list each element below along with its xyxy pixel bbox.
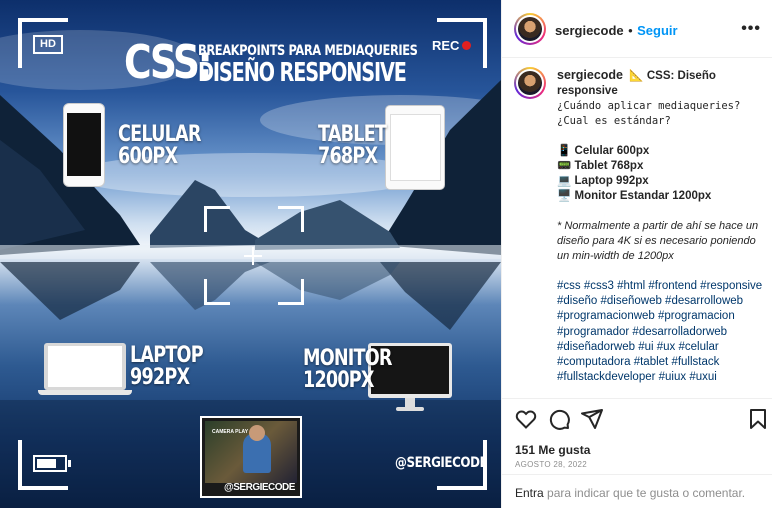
follow-button[interactable]: Seguir bbox=[637, 23, 677, 38]
monitor-label: MONITOR 1200PX bbox=[303, 348, 392, 392]
post-image[interactable]: HD REC CSS: BREAKPOINTS PARA MEDIAQUERIE… bbox=[0, 0, 501, 508]
list-item-text: Celular 600px bbox=[574, 145, 650, 157]
monitor-name: MONITOR bbox=[303, 346, 392, 371]
heart-icon[interactable] bbox=[514, 407, 538, 431]
post-actions bbox=[502, 398, 772, 438]
thumb-handle: @SERGIECODE bbox=[224, 482, 295, 493]
laptop-label: LAPTOP 992PX bbox=[130, 343, 204, 390]
person-head bbox=[249, 425, 265, 441]
login-link[interactable]: Entra bbox=[515, 486, 544, 500]
header-separator: • bbox=[628, 23, 633, 38]
monitor-size: 1200PX bbox=[303, 368, 374, 393]
focus-corner bbox=[278, 206, 304, 232]
image-title-line2: DISEÑO RESPONSIVE bbox=[198, 58, 407, 88]
list-item: 📟 Tablet 768px bbox=[557, 159, 769, 174]
author-avatar[interactable] bbox=[514, 13, 546, 45]
thumb-text: CAMERA PLAY bbox=[212, 429, 249, 435]
phone-label: CELULAR 600PX bbox=[118, 124, 201, 168]
crosshair-icon bbox=[252, 247, 254, 265]
tablet-emoji-icon: 📟 bbox=[557, 160, 572, 172]
laptop-name: LAPTOP bbox=[130, 343, 204, 368]
focus-corner bbox=[204, 279, 230, 305]
caption-intro: sergiecode 📐 CSS: Diseño responsive ¿Cuá… bbox=[557, 68, 769, 129]
image-title-line1: BREAKPOINTS PARA MEDIAQUERIES bbox=[198, 43, 418, 59]
post-caption: sergiecode 📐 CSS: Diseño responsive ¿Cuá… bbox=[557, 68, 769, 385]
monitor-emoji-icon: 🖥️ bbox=[557, 190, 572, 202]
post-header: sergiecode • Seguir ••• bbox=[502, 0, 772, 58]
caption-note: * Normalmente a partir de ahí se hace un… bbox=[557, 220, 759, 262]
tablet-label: TABLET 768PX bbox=[318, 122, 387, 169]
battery-icon bbox=[33, 455, 71, 472]
monitor-foot bbox=[396, 407, 424, 411]
comment-prompt-text: para indicar que te gusta o comentar. bbox=[543, 486, 746, 500]
focus-corner bbox=[204, 206, 230, 232]
bookmark-icon[interactable] bbox=[746, 407, 770, 431]
tablet-name: TABLET bbox=[318, 122, 387, 147]
list-item-text: Tablet 768px bbox=[574, 160, 644, 172]
tablet-icon bbox=[385, 105, 445, 190]
header-user-row: sergiecode • Seguir bbox=[555, 22, 678, 40]
rec-indicator: REC bbox=[432, 38, 472, 53]
record-dot-icon bbox=[462, 41, 472, 50]
list-item: 🖥️ Monitor Estandar 1200px bbox=[557, 189, 769, 204]
likes-count[interactable]: 151 Me gusta bbox=[515, 443, 590, 457]
caption-username[interactable]: sergiecode bbox=[557, 68, 623, 82]
caption-question: ¿Cuándo aplicar mediaqueries? ¿Cual es e… bbox=[557, 100, 741, 127]
comment-icon[interactable] bbox=[547, 407, 571, 431]
laptop-base bbox=[38, 390, 132, 395]
image-handle: @SERGIECODE bbox=[395, 455, 488, 471]
comment-bar: Entra para indicar que te gusta o coment… bbox=[502, 474, 772, 508]
tablet-size: 768PX bbox=[318, 144, 378, 169]
caption-hashtags[interactable]: #css #css3 #html #frontend #responsive #… bbox=[557, 279, 769, 385]
caption-breakpoint-list: 📱 Celular 600px 📟 Tablet 768px 💻 Laptop … bbox=[557, 144, 769, 204]
list-item: 💻 Laptop 992px bbox=[557, 174, 769, 189]
phone-emoji-icon: 📱 bbox=[557, 145, 572, 157]
share-icon[interactable] bbox=[580, 407, 604, 431]
author-thumbnail: CAMERA PLAY @SERGIECODE bbox=[200, 416, 302, 498]
list-item-text: Laptop 992px bbox=[574, 175, 649, 187]
phone-name: CELULAR bbox=[118, 122, 201, 147]
rec-label: REC bbox=[432, 38, 460, 53]
list-item-text: Monitor Estandar 1200px bbox=[574, 190, 712, 202]
phone-size: 600PX bbox=[118, 144, 178, 169]
hd-badge: HD bbox=[33, 35, 63, 54]
post-date[interactable]: AGOSTO 28, 2022 bbox=[515, 460, 587, 469]
laptop-size: 992PX bbox=[130, 365, 190, 390]
post-side-panel: sergiecode • Seguir ••• sergiecode 📐 CSS… bbox=[501, 0, 772, 508]
comment-prompt: Entra para indicar que te gusta o coment… bbox=[515, 486, 745, 500]
laptop-emoji-icon: 💻 bbox=[557, 175, 572, 187]
focus-corner bbox=[278, 279, 304, 305]
laptop-icon bbox=[44, 343, 126, 390]
header-username[interactable]: sergiecode bbox=[555, 23, 624, 38]
phone-icon bbox=[63, 103, 105, 187]
caption-avatar[interactable] bbox=[514, 67, 546, 99]
more-options-icon[interactable]: ••• bbox=[741, 20, 761, 38]
list-item: 📱 Celular 600px bbox=[557, 144, 769, 159]
